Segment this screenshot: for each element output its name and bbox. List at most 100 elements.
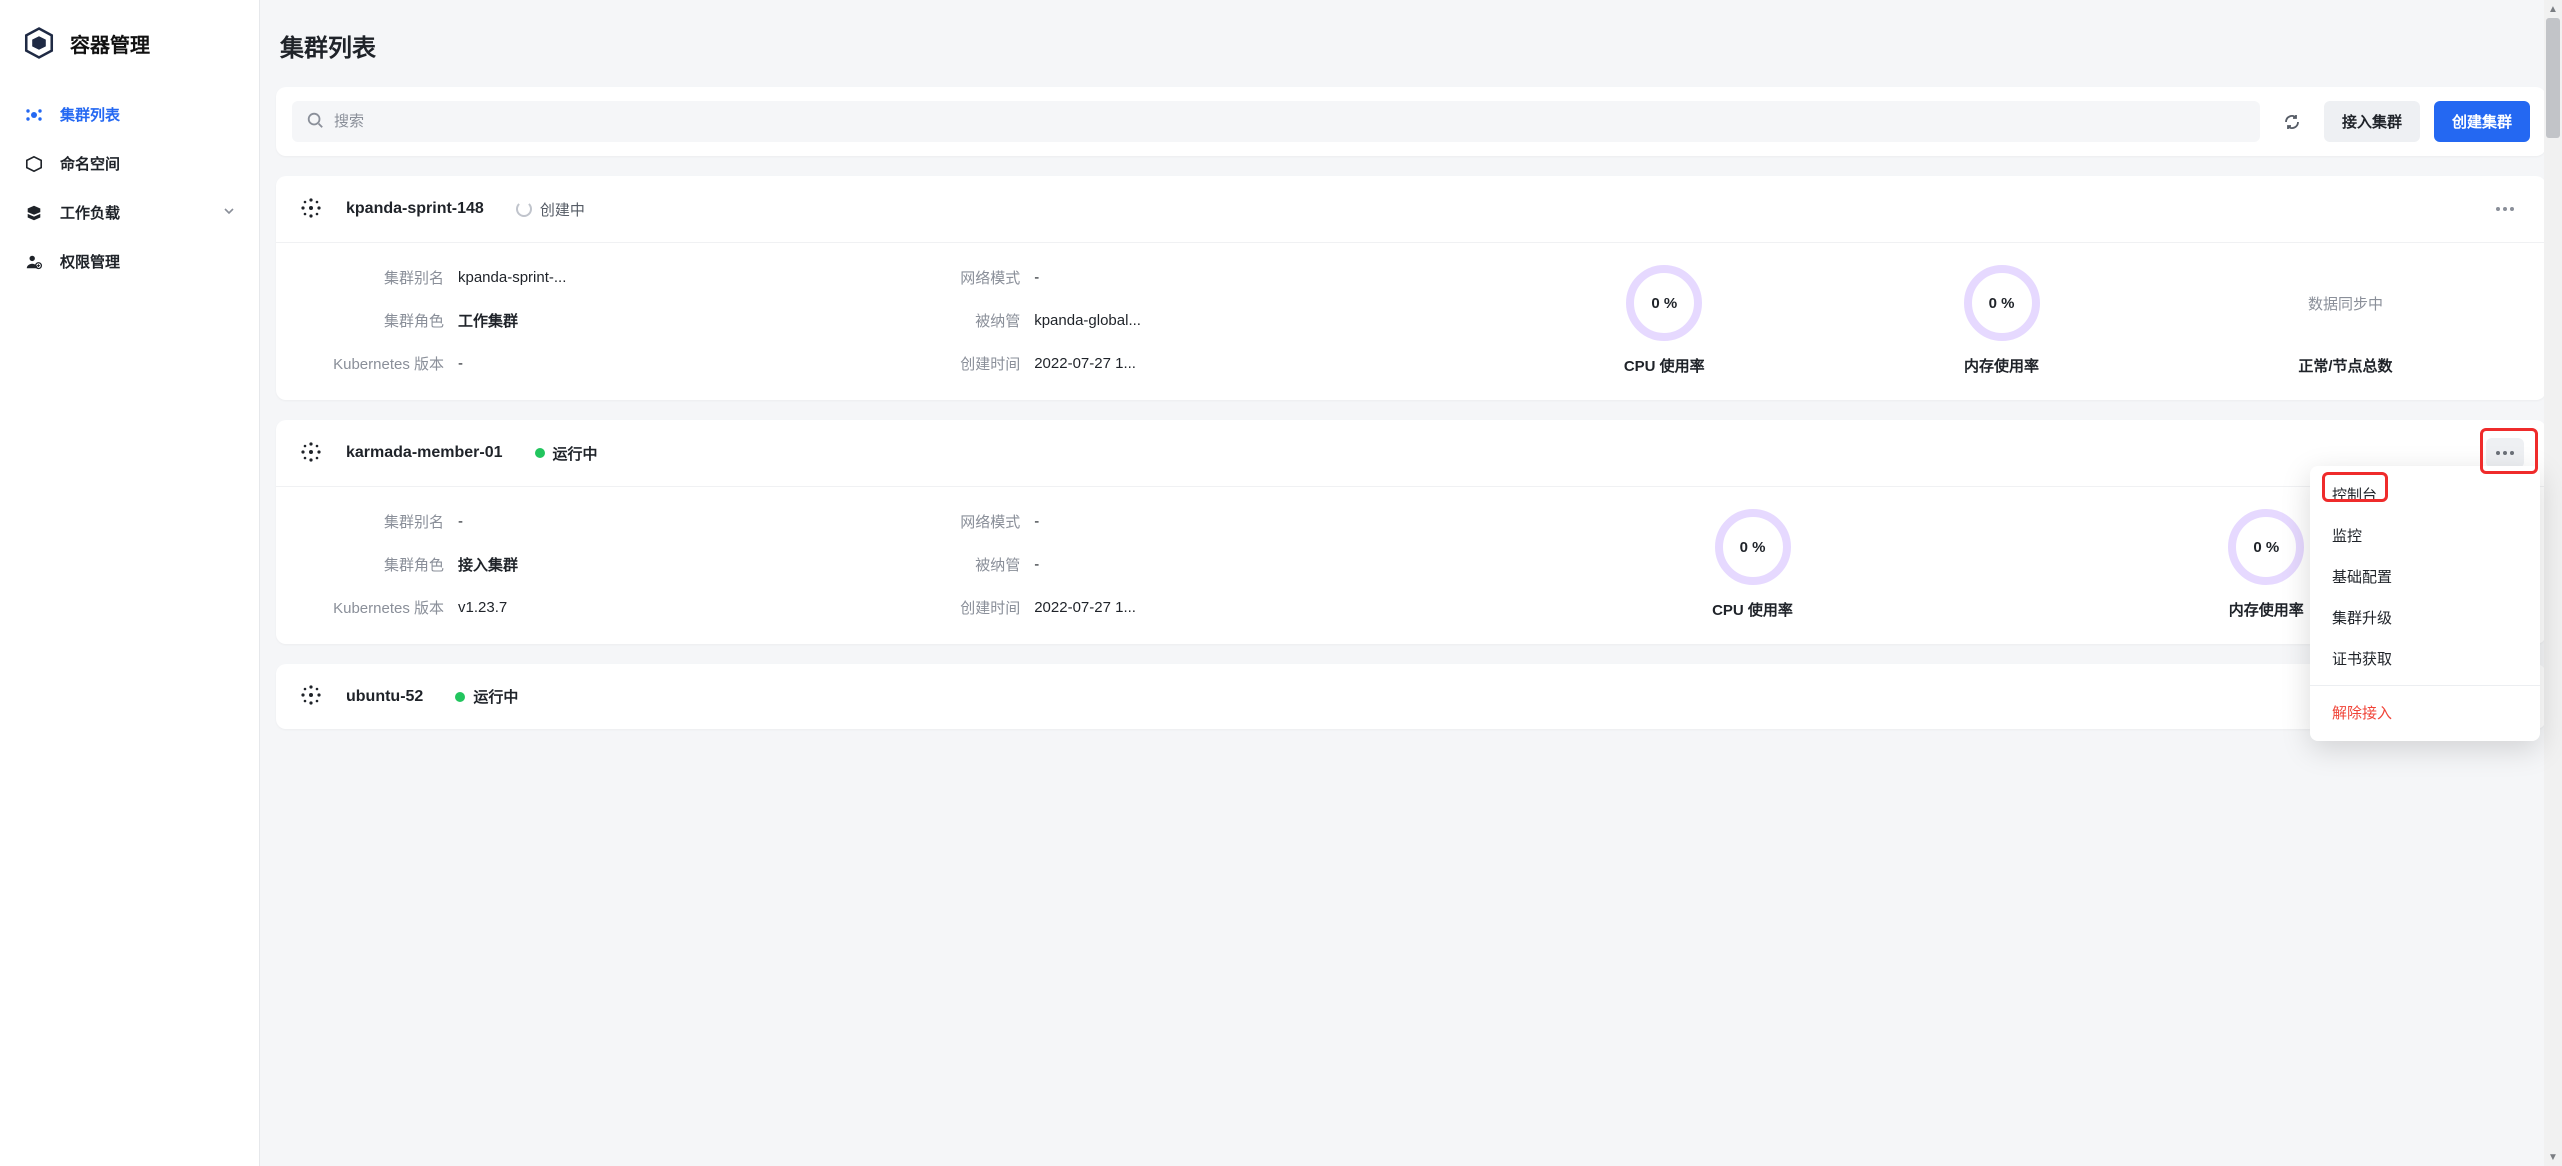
- value-network: -: [1034, 269, 1474, 286]
- scrollbar[interactable]: ▲ ▼: [2544, 0, 2562, 1166]
- cluster-more-button[interactable]: [2486, 194, 2524, 224]
- value-network: -: [1034, 513, 1474, 530]
- brand-title: 容器管理: [70, 29, 150, 58]
- value-k8s: v1.23.7: [458, 599, 898, 616]
- permission-icon: [24, 252, 44, 272]
- nav-item-namespace[interactable]: 命名空间: [0, 139, 259, 188]
- page-title: 集群列表: [276, 0, 2546, 87]
- cluster-info: 集群别名 kpanda-sprint-... 网络模式 - 集群角色 工作集群 …: [300, 265, 1474, 376]
- create-cluster-button[interactable]: 创建集群: [2434, 101, 2530, 142]
- cpu-ring: 0 %: [1626, 265, 1702, 341]
- cluster-icon: [298, 439, 324, 468]
- mem-gauge: 0 % 内存使用率: [2228, 509, 2304, 620]
- cluster-icon: [298, 682, 324, 711]
- cluster-card: karmada-member-01 运行中 集群别名 - 网络模式 -: [276, 420, 2546, 644]
- cluster-head: ubuntu-52 运行中: [276, 664, 2546, 729]
- search-input[interactable]: [334, 113, 2246, 130]
- brand-logo-icon: [22, 26, 56, 60]
- nav-label: 工作负载: [60, 202, 120, 223]
- search-icon: [306, 111, 324, 132]
- nav-item-workload[interactable]: 工作负载: [0, 188, 259, 237]
- cluster-name[interactable]: karmada-member-01: [346, 444, 503, 462]
- dropdown-item-basic-config[interactable]: 基础配置: [2310, 556, 2540, 597]
- nav-item-permission[interactable]: 权限管理: [0, 237, 259, 286]
- chevron-down-icon: [223, 204, 235, 221]
- main: 集群列表 接入集群 创建集群 kpa: [260, 0, 2562, 1166]
- cpu-label: CPU 使用率: [1624, 355, 1705, 376]
- cluster-list-icon: [24, 105, 44, 125]
- brand: 容器管理: [0, 0, 259, 86]
- value-created: 2022-07-27 1...: [1034, 355, 1474, 372]
- label-role: 集群角色: [300, 310, 450, 331]
- label-alias: 集群别名: [300, 511, 450, 532]
- cluster-icon: [298, 195, 324, 224]
- mem-label: 内存使用率: [1964, 355, 2039, 376]
- cluster-card: kpanda-sprint-148 创建中 集群别名 kpanda-sprint…: [276, 176, 2546, 400]
- label-network: 网络模式: [906, 511, 1026, 532]
- mem-ring: 0 %: [1964, 265, 2040, 341]
- value-alias: -: [458, 513, 898, 530]
- toolbar: 接入集群 创建集群: [276, 87, 2546, 156]
- status-dot-icon: [535, 448, 545, 458]
- mem-ring: 0 %: [2228, 509, 2304, 585]
- cpu-label: CPU 使用率: [1712, 599, 1793, 620]
- value-k8s: -: [458, 355, 898, 372]
- more-icon: [2495, 206, 2515, 212]
- loading-spinner-icon: [516, 201, 532, 217]
- refresh-button[interactable]: [2274, 104, 2310, 140]
- label-managed: 被纳管: [906, 310, 1026, 331]
- status-text: 创建中: [540, 199, 585, 220]
- cluster-name[interactable]: kpanda-sprint-148: [346, 200, 484, 218]
- nav-item-cluster-list[interactable]: 集群列表: [0, 90, 259, 139]
- nav-label: 权限管理: [60, 251, 120, 272]
- sidebar: 容器管理 集群列表 命名空间: [0, 0, 260, 1166]
- dropdown-item-cert[interactable]: 证书获取: [2310, 638, 2540, 679]
- value-managed: -: [1034, 556, 1474, 573]
- status-dot-icon: [455, 692, 465, 702]
- mem-gauge: 0 % 内存使用率: [1964, 265, 2040, 376]
- cluster-status: 创建中: [516, 199, 585, 220]
- scrollbar-thumb[interactable]: [2546, 18, 2560, 138]
- label-created: 创建时间: [906, 597, 1026, 618]
- namespace-icon: [24, 154, 44, 174]
- status-text: 运行中: [553, 443, 598, 464]
- scroll-down-icon[interactable]: ▼: [2544, 1148, 2562, 1166]
- cpu-gauge: 0 % CPU 使用率: [1712, 509, 1793, 620]
- connect-cluster-button[interactable]: 接入集群: [2324, 101, 2420, 142]
- cluster-status: 运行中: [535, 443, 598, 464]
- cpu-ring: 0 %: [1715, 509, 1791, 585]
- label-k8s: Kubernetes 版本: [300, 597, 450, 618]
- label-managed: 被纳管: [906, 554, 1026, 575]
- dropdown-item-monitor[interactable]: 监控: [2310, 515, 2540, 556]
- dropdown-separator: [2310, 685, 2540, 686]
- dropdown-item-disconnect[interactable]: 解除接入: [2310, 692, 2540, 733]
- refresh-icon: [2282, 112, 2302, 132]
- cluster-status: 运行中: [455, 686, 518, 707]
- cpu-gauge: 0 % CPU 使用率: [1624, 265, 1705, 376]
- label-network: 网络模式: [906, 267, 1026, 288]
- dropdown-item-upgrade[interactable]: 集群升级: [2310, 597, 2540, 638]
- nav-label: 集群列表: [60, 104, 120, 125]
- cluster-body: 集群别名 kpanda-sprint-... 网络模式 - 集群角色 工作集群 …: [276, 243, 2546, 400]
- scroll-up-icon[interactable]: ▲: [2544, 0, 2562, 18]
- cluster-name[interactable]: ubuntu-52: [346, 688, 423, 706]
- workload-icon: [24, 203, 44, 223]
- dropdown-item-console[interactable]: 控制台: [2310, 474, 2540, 515]
- value-alias: kpanda-sprint-...: [458, 269, 898, 286]
- label-alias: 集群别名: [300, 267, 450, 288]
- cluster-body: 集群别名 - 网络模式 - 集群角色 接入集群 被纳管 - Kubernetes…: [276, 487, 2546, 644]
- syncing-text: 数据同步中: [2308, 265, 2383, 341]
- cluster-more-button[interactable]: [2486, 438, 2524, 468]
- nav-label: 命名空间: [60, 153, 120, 174]
- search-input-wrap[interactable]: [292, 101, 2260, 142]
- cluster-actions-dropdown: 控制台 监控 基础配置 集群升级 证书获取 解除接入: [2310, 466, 2540, 741]
- cluster-head: karmada-member-01 运行中: [276, 420, 2546, 487]
- more-icon: [2495, 450, 2515, 456]
- value-managed: kpanda-global...: [1034, 312, 1474, 329]
- value-created: 2022-07-27 1...: [1034, 599, 1474, 616]
- cluster-gauges: 0 % CPU 使用率 0 % 内存使用率 数据同步中 正常/节点总数: [1494, 265, 2522, 376]
- mem-label: 内存使用率: [2229, 599, 2304, 620]
- cluster-info: 集群别名 - 网络模式 - 集群角色 接入集群 被纳管 - Kubernetes…: [300, 509, 1474, 620]
- label-role: 集群角色: [300, 554, 450, 575]
- value-role: 接入集群: [458, 554, 898, 575]
